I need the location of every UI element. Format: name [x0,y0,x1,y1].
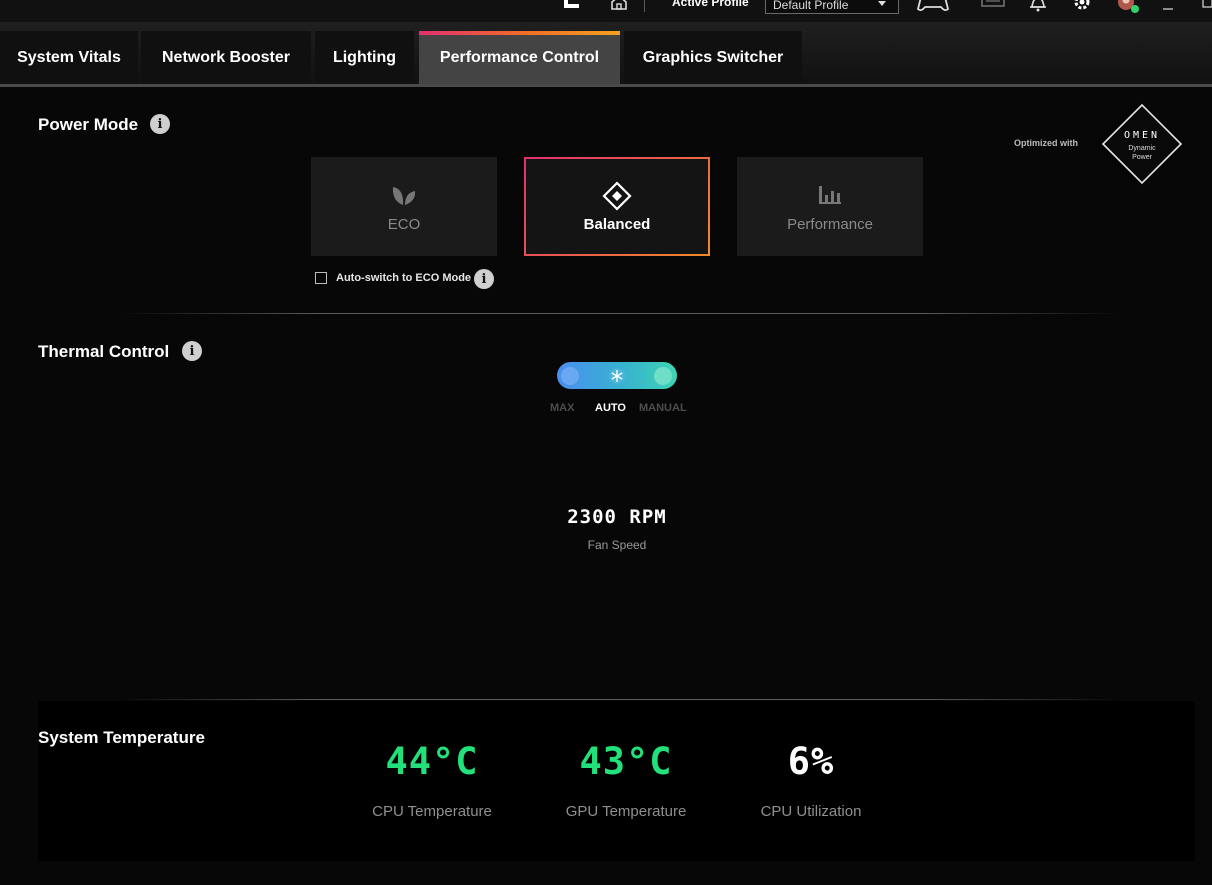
thermal-max-knob[interactable] [561,367,579,385]
section-divider [120,699,1120,700]
maximize-icon[interactable] [1202,0,1212,14]
tab-network-booster[interactable]: Network Booster [141,31,311,84]
tab-label: System Vitals [17,48,121,66]
minimize-icon[interactable] [1162,0,1174,18]
badge-line2: Power [1132,154,1152,161]
power-mode-title: Power Mode [38,115,139,134]
optimized-with-label: Optimized with [1014,138,1078,148]
profile-dropdown[interactable]: Default Profile [765,0,899,14]
profile-dropdown-value: Default Profile [773,0,849,12]
thermal-option-max[interactable]: MAX [550,402,574,414]
omen-logo-icon[interactable] [563,0,581,14]
tab-label: Lighting [332,48,397,66]
bell-icon[interactable] [1028,0,1048,17]
info-icon[interactable]: i [182,341,202,361]
diamond-icon [602,181,632,216]
active-profile-label: Active Profile [672,0,749,9]
fan-speed-label: Fan Speed [587,538,647,552]
auto-switch-eco-checkbox[interactable] [315,272,327,284]
cpu-utilization-value: 6% [787,740,835,783]
leaf-icon [390,183,418,212]
badge-line1: Dynamic [1128,145,1156,152]
gamepad-icon[interactable] [917,0,949,17]
power-mode-eco[interactable]: ECO [311,157,497,256]
power-mode-balanced[interactable]: Balanced [524,157,710,256]
home-icon[interactable] [610,0,628,15]
thermal-option-manual[interactable]: MANUAL [639,402,687,414]
chevron-down-icon [878,1,886,6]
gpu-temperature-label: GPU Temperature [565,803,687,820]
bar-chart-icon [817,183,843,212]
gear-icon[interactable] [1071,0,1093,17]
thermal-control-title: Thermal Control [38,342,170,361]
tab-label: Graphics Switcher [642,48,784,66]
power-mode-performance[interactable]: Performance [737,157,923,256]
info-icon[interactable]: i [150,114,170,134]
tab-performance-control[interactable]: Performance Control [419,31,620,84]
tab-label: Network Booster [161,48,291,66]
power-mode-label: Balanced [583,216,651,233]
thermal-mode-toggle[interactable] [557,362,677,389]
thermal-manual-knob[interactable] [654,367,672,385]
chat-icon[interactable] [980,0,1006,15]
omen-dynamic-power-badge: OMEN Dynamic Power [1101,103,1183,185]
cpu-temperature-label: CPU Temperature [372,803,492,820]
tab-lighting[interactable]: Lighting [315,31,414,84]
fan-speed-value: 2300 RPM [567,506,667,528]
cpu-utilization-label: CPU Utilization [760,803,862,820]
tab-strip-underline [0,84,1212,87]
section-divider [120,313,1120,314]
tab-system-vitals[interactable]: System Vitals [0,31,138,84]
avatar[interactable] [1114,0,1142,21]
power-mode-label: Performance [787,216,873,233]
thermal-option-auto[interactable]: AUTO [595,402,626,414]
info-icon[interactable]: i [474,269,494,289]
gpu-temperature-value: 43°C [579,740,673,783]
auto-switch-eco-label: Auto-switch to ECO Mode [336,272,472,284]
cpu-temperature-value: 44°C [385,740,479,783]
tab-graphics-switcher[interactable]: Graphics Switcher [624,31,802,84]
title-bar: Active Profile Default Profile [0,0,1212,22]
badge-brand: OMEN [1123,130,1161,141]
title-bar-separator [644,0,645,12]
snowflake-icon[interactable] [608,367,626,385]
power-mode-label: ECO [387,216,421,233]
system-temperature-title: System Temperature [38,728,205,747]
tab-label: Performance Control [439,48,600,66]
